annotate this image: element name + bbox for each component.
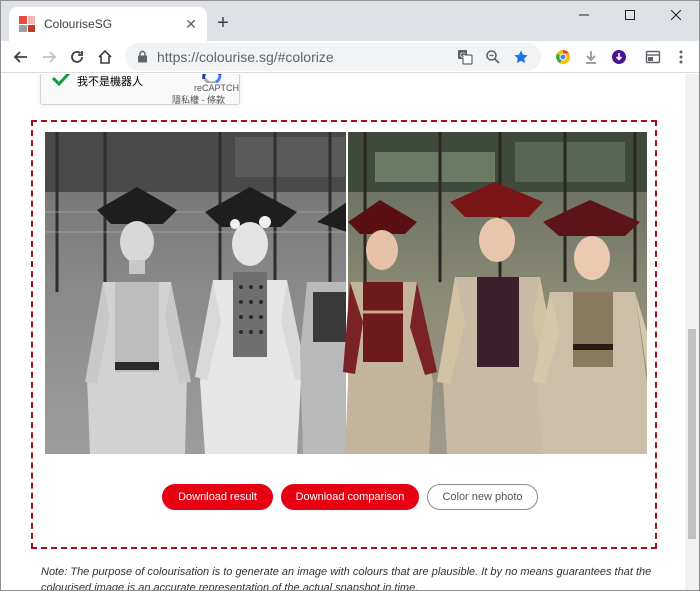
recaptcha-widget: 我不是機器人 reCAPTCH 隱私權 - 條款 <box>40 74 240 105</box>
minimize-button[interactable] <box>561 1 607 29</box>
back-button[interactable] <box>7 43 35 71</box>
reload-button[interactable] <box>63 43 91 71</box>
browser-tab[interactable]: ColouriseSG ✕ <box>9 7 207 41</box>
kebab-menu-icon[interactable] <box>669 45 693 69</box>
result-actions: Download result Download comparison Colo… <box>33 484 655 510</box>
comparison-photo <box>45 132 647 454</box>
page-viewport: 我不是機器人 reCAPTCH 隱私權 - 條款 Download result… <box>1 74 699 591</box>
downloader-extension-icon[interactable] <box>607 45 631 69</box>
original-photo-half <box>45 132 347 454</box>
colourised-photo-half <box>343 132 647 454</box>
download-arrow-icon[interactable] <box>579 45 603 69</box>
recaptcha-logo-icon <box>202 74 222 83</box>
svg-text:G: G <box>460 52 465 59</box>
reload-icon <box>71 50 83 63</box>
comparison-image <box>45 132 647 454</box>
colourisation-note: Note: The purpose of colourisation is to… <box>41 566 652 591</box>
zoom-icon[interactable] <box>481 45 505 69</box>
forward-button[interactable] <box>35 43 63 71</box>
translate-icon[interactable]: G <box>453 45 477 69</box>
arrow-right-icon <box>43 50 57 63</box>
scrollbar-thumb[interactable] <box>688 329 696 539</box>
url-host: https://colourise.sg <box>157 48 274 65</box>
browser-window: ColouriseSG ✕ + https://colourise.sg/#co… <box>0 0 700 591</box>
url-text: https://colourise.sg/#colorize <box>157 49 449 65</box>
browser-toolbar: https://colourise.sg/#colorize G <box>1 41 699 73</box>
recaptcha-terms-link[interactable]: 隱私權 - 條款 <box>172 93 225 106</box>
close-window-button[interactable] <box>653 1 699 29</box>
recaptcha-brand: reCAPTCH <box>194 83 240 93</box>
colorize-result-panel: Download result Download comparison Colo… <box>31 120 657 549</box>
url-path: /#colorize <box>273 48 334 65</box>
color-new-photo-button[interactable]: Color new photo <box>427 484 538 510</box>
page-scrollbar[interactable] <box>685 74 699 590</box>
maximize-icon <box>625 10 635 20</box>
checkmark-icon[interactable] <box>51 74 73 87</box>
favicon-icon <box>19 16 35 32</box>
maximize-button[interactable] <box>607 1 653 29</box>
recaptcha-label: 我不是機器人 <box>77 76 143 88</box>
minimize-icon <box>579 14 589 16</box>
arrow-left-icon <box>13 50 27 63</box>
extension-chrome-icon[interactable] <box>551 45 575 69</box>
window-controls <box>561 1 699 29</box>
tab-bar: ColouriseSG ✕ + <box>1 1 699 41</box>
new-tab-button[interactable]: + <box>211 11 235 35</box>
close-icon <box>671 10 681 20</box>
close-tab-icon[interactable]: ✕ <box>183 16 199 32</box>
lock-icon <box>135 50 149 64</box>
download-comparison-button[interactable]: Download comparison <box>281 484 419 510</box>
star-icon[interactable] <box>509 45 533 69</box>
home-button[interactable] <box>91 43 119 71</box>
tab-title: ColouriseSG <box>44 17 113 31</box>
tab-manager-icon[interactable] <box>641 45 665 69</box>
home-icon <box>98 49 112 64</box>
download-result-button[interactable]: Download result <box>162 484 273 510</box>
address-bar[interactable]: https://colourise.sg/#colorize G <box>125 42 541 71</box>
